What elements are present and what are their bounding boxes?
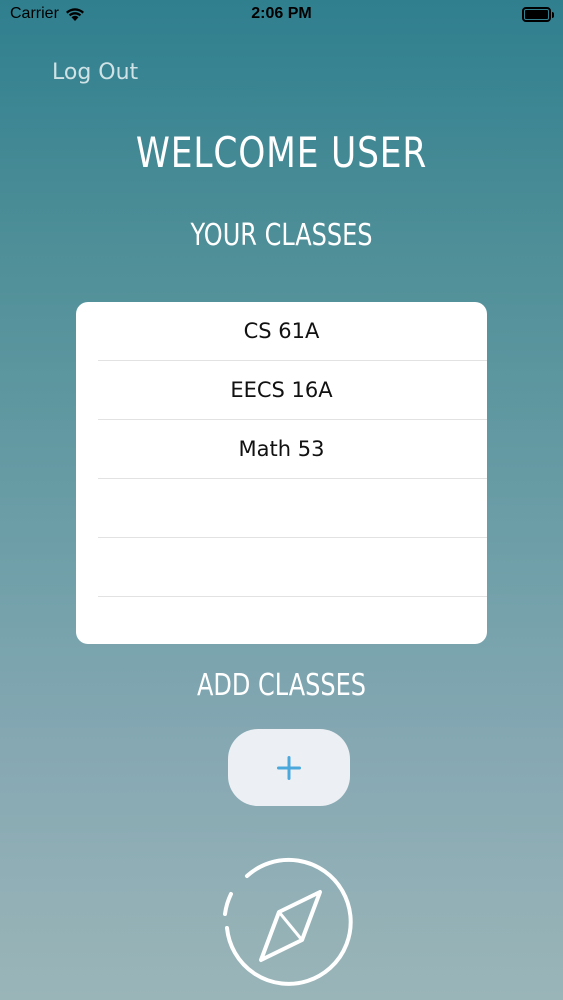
status-bar: Carrier 2:06 PM [0, 0, 563, 30]
logout-button[interactable]: Log Out [52, 60, 138, 85]
empty-class-row [98, 479, 487, 538]
battery-icon [522, 7, 554, 22]
your-classes-heading: YOUR CLASSES [190, 218, 373, 253]
class-row[interactable]: EECS 16A [98, 361, 487, 420]
class-row-label: CS 61A [243, 319, 320, 343]
welcome-title: WELCOME USER [135, 128, 428, 177]
class-row-label: EECS 16A [230, 378, 333, 402]
compass-icon[interactable] [219, 850, 361, 992]
add-class-button[interactable] [228, 729, 350, 806]
class-row[interactable]: CS 61A [98, 302, 487, 361]
empty-class-row [98, 597, 487, 644]
classes-table[interactable]: CS 61A EECS 16A Math 53 [76, 302, 487, 644]
empty-class-row [98, 538, 487, 597]
status-time: 2:06 PM [251, 5, 312, 22]
class-row-label: Math 53 [238, 437, 325, 461]
add-classes-heading: ADD CLASSES [197, 668, 366, 703]
class-row[interactable]: Math 53 [98, 420, 487, 479]
plus-icon [277, 755, 301, 780]
